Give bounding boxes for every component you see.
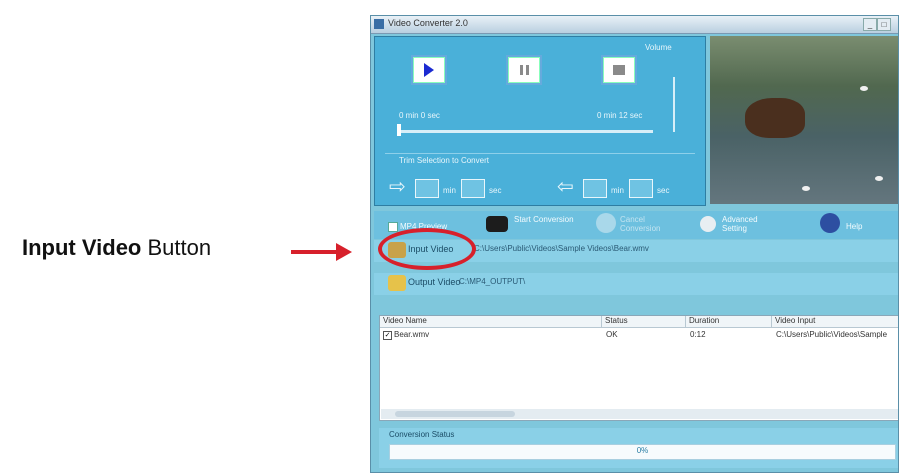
cell-input: C:\Users\Public\Videos\Sample — [776, 330, 888, 339]
annotation-caption: Input Video Button — [22, 235, 211, 261]
video-preview — [710, 36, 898, 204]
start-sec-unit: sec — [489, 186, 502, 195]
time-current: 0 min 0 sec — [399, 111, 440, 120]
trim-label: Trim Selection to Convert — [399, 156, 489, 165]
col-header-status[interactable]: Status — [602, 316, 686, 328]
annotation-rest: Button — [147, 235, 212, 260]
play-button[interactable] — [413, 57, 445, 83]
output-video-path: C:\MP4_OUTPUT\ — [459, 277, 526, 286]
scrollbar-thumb[interactable] — [395, 411, 515, 417]
stop-icon — [613, 64, 625, 75]
col-header-duration[interactable]: Duration — [686, 316, 772, 328]
input-video-path: C:\Users\Public\Videos\Sample Videos\Bea… — [474, 244, 649, 253]
minimize-button[interactable]: _ — [863, 18, 877, 31]
volume-label: Volume — [645, 43, 672, 52]
time-total: 0 min 12 sec — [597, 111, 643, 120]
preview-bear — [745, 98, 805, 138]
annotation-arrow-line — [291, 250, 339, 254]
horizontal-scrollbar[interactable] — [381, 409, 898, 419]
end-sec-unit: sec — [657, 186, 670, 195]
app-icon — [374, 19, 384, 29]
seek-knob[interactable] — [397, 124, 401, 136]
annotation-bold: Input Video — [22, 235, 142, 260]
output-folder-icon[interactable] — [388, 275, 406, 291]
preview-bird — [875, 176, 883, 181]
end-min-unit: min — [611, 186, 624, 195]
pause-button[interactable] — [508, 57, 540, 83]
volume-slider[interactable] — [673, 77, 675, 132]
end-min-input[interactable] — [583, 179, 607, 198]
start-conversion-button[interactable]: Start Conversion — [514, 215, 574, 224]
start-sec-input[interactable] — [461, 179, 485, 198]
row-checkbox[interactable]: ✓ — [383, 331, 392, 340]
window-title: Video Converter 2.0 — [388, 18, 468, 28]
pause-icon — [519, 64, 523, 75]
help-button[interactable]: Help — [846, 222, 862, 231]
start-conversion-icon[interactable] — [486, 216, 508, 232]
conversion-status-label: Conversion Status — [389, 430, 455, 439]
mp4-preview-checkbox[interactable] — [388, 222, 398, 232]
cell-status: OK — [606, 330, 618, 339]
end-sec-input[interactable] — [629, 179, 653, 198]
annotation-highlight-circle — [378, 228, 476, 270]
cancel-conversion-icon[interactable] — [596, 213, 616, 233]
settings-icon[interactable] — [700, 216, 716, 232]
titlebar: Video Converter 2.0 _ □ — [371, 16, 898, 34]
col-header-input[interactable]: Video Input — [772, 316, 898, 328]
play-icon — [424, 62, 434, 77]
preview-bird — [860, 86, 868, 91]
video-table: Video Name Status Duration Video Input ✓… — [379, 315, 898, 421]
preview-bird — [802, 186, 810, 191]
maximize-button[interactable]: □ — [877, 18, 891, 31]
player-panel: Volume 0 min 0 sec 0 min 12 sec Trim Sel… — [374, 36, 706, 206]
col-header-name[interactable]: Video Name — [380, 316, 602, 328]
progress-text: 0% — [636, 446, 649, 455]
help-icon[interactable] — [820, 213, 840, 233]
cell-name: Bear.wmv — [394, 330, 430, 339]
trim-end-arrow-icon: ⇦ — [557, 176, 574, 198]
trim-start-arrow-icon: ⇨ — [389, 176, 406, 198]
cancel-conversion-button[interactable]: Cancel Conversion — [620, 215, 680, 233]
cell-duration: 0:12 — [690, 330, 706, 339]
advanced-setting-button[interactable]: Advanced Setting — [722, 215, 782, 233]
seek-bar[interactable] — [399, 130, 653, 133]
trim-section: Trim Selection to Convert ⇨ min sec ⇦ mi… — [385, 153, 695, 204]
conversion-progress-bar: 0% — [389, 444, 896, 460]
output-video-row: Output Video C:\MP4_OUTPUT\ — [374, 273, 898, 295]
conversion-status-panel: Conversion Status 0% — [379, 428, 898, 468]
output-video-button[interactable]: Output Video — [408, 277, 460, 287]
start-min-input[interactable] — [415, 179, 439, 198]
annotation-arrow-head — [336, 243, 352, 261]
stop-button[interactable] — [603, 57, 635, 83]
start-min-unit: min — [443, 186, 456, 195]
